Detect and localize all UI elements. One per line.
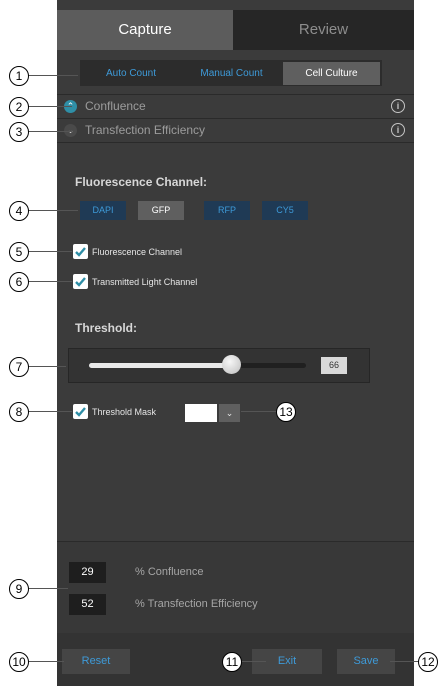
callout-line xyxy=(28,75,78,77)
divider xyxy=(57,142,414,143)
threshold-value-field[interactable]: 66 xyxy=(321,357,347,374)
callout-6: 6 xyxy=(9,272,29,292)
tab-capture[interactable]: Capture xyxy=(57,10,233,50)
threshold-mask-checkbox-label: Threshold Mask xyxy=(92,407,157,417)
threshold-slider-fill[interactable] xyxy=(89,363,232,368)
checkmark-icon xyxy=(75,277,86,287)
callout-line xyxy=(28,131,72,133)
callout-line xyxy=(28,251,72,253)
callout-8: 8 xyxy=(9,402,29,422)
info-icon[interactable]: i xyxy=(391,123,405,137)
callout-13: 13 xyxy=(276,402,296,422)
mode-manual-count[interactable]: Manual Count xyxy=(182,62,281,85)
fluorescence-channel-checkbox[interactable] xyxy=(73,244,88,259)
callout-line xyxy=(28,411,72,413)
fluorescence-channel-checkbox-label: Fluorescence Channel xyxy=(92,247,183,257)
callout-line xyxy=(28,281,72,283)
callout-4: 4 xyxy=(9,201,29,221)
transmitted-light-checkbox[interactable] xyxy=(73,274,88,289)
info-icon[interactable]: i xyxy=(391,99,405,113)
callout-line xyxy=(390,661,420,663)
callout-line xyxy=(28,661,64,663)
channel-cy5-button[interactable]: CY5 xyxy=(262,201,308,220)
checkmark-icon xyxy=(75,407,86,417)
save-button[interactable]: Save xyxy=(337,649,395,674)
channel-gfp-button[interactable]: GFP xyxy=(138,201,184,220)
tab-review[interactable]: Review xyxy=(233,10,414,50)
threshold-slider-thumb[interactable] xyxy=(222,355,241,374)
callout-line xyxy=(240,661,266,663)
channel-rfp-button[interactable]: RFP xyxy=(204,201,250,220)
callout-line xyxy=(28,210,78,212)
section-confluence[interactable]: ⌃ Confluence i xyxy=(57,95,414,118)
mask-color-dropdown[interactable]: ⌄ xyxy=(219,404,240,422)
callout-line xyxy=(28,106,72,108)
callout-7: 7 xyxy=(9,357,29,377)
callout-12: 12 xyxy=(418,652,438,672)
callout-11: 11 xyxy=(222,652,242,672)
section-confluence-label: Confluence xyxy=(85,99,146,113)
callout-2: 2 xyxy=(9,97,29,117)
callout-9: 9 xyxy=(9,579,29,599)
results-panel xyxy=(57,542,414,633)
transmitted-light-checkbox-label: Transmitted Light Channel xyxy=(92,277,198,287)
threshold-mask-checkbox[interactable] xyxy=(73,404,88,419)
transfection-result-label: % Transfection Efficiency xyxy=(135,598,258,610)
chevron-down-icon: ⌄ xyxy=(225,408,234,418)
confluence-result-value: 29 xyxy=(69,562,106,583)
channel-dapi-button[interactable]: DAPI xyxy=(80,201,126,220)
callout-5: 5 xyxy=(9,242,29,262)
mask-color-swatch[interactable] xyxy=(185,404,217,422)
callout-line xyxy=(28,366,66,368)
section-transfection-label: Transfection Efficiency xyxy=(85,123,206,137)
mode-auto-count[interactable]: Auto Count xyxy=(82,62,180,85)
threshold-slider-track[interactable] xyxy=(232,363,306,368)
reset-button[interactable]: Reset xyxy=(62,649,130,674)
callout-line xyxy=(28,588,68,590)
fluorescence-channel-title: Fluorescence Channel: xyxy=(75,175,208,189)
callout-line xyxy=(241,411,277,413)
mode-cell-culture[interactable]: Cell Culture xyxy=(283,62,380,85)
callout-1: 1 xyxy=(9,66,29,86)
transfection-result-value: 52 xyxy=(69,594,106,615)
checkmark-icon xyxy=(75,247,86,257)
callout-3: 3 xyxy=(9,122,29,142)
section-transfection[interactable]: ⌄ Transfection Efficiency i xyxy=(57,119,414,142)
threshold-title: Threshold: xyxy=(75,321,137,335)
callout-10: 10 xyxy=(9,652,29,672)
confluence-result-label: % Confluence xyxy=(135,566,204,578)
